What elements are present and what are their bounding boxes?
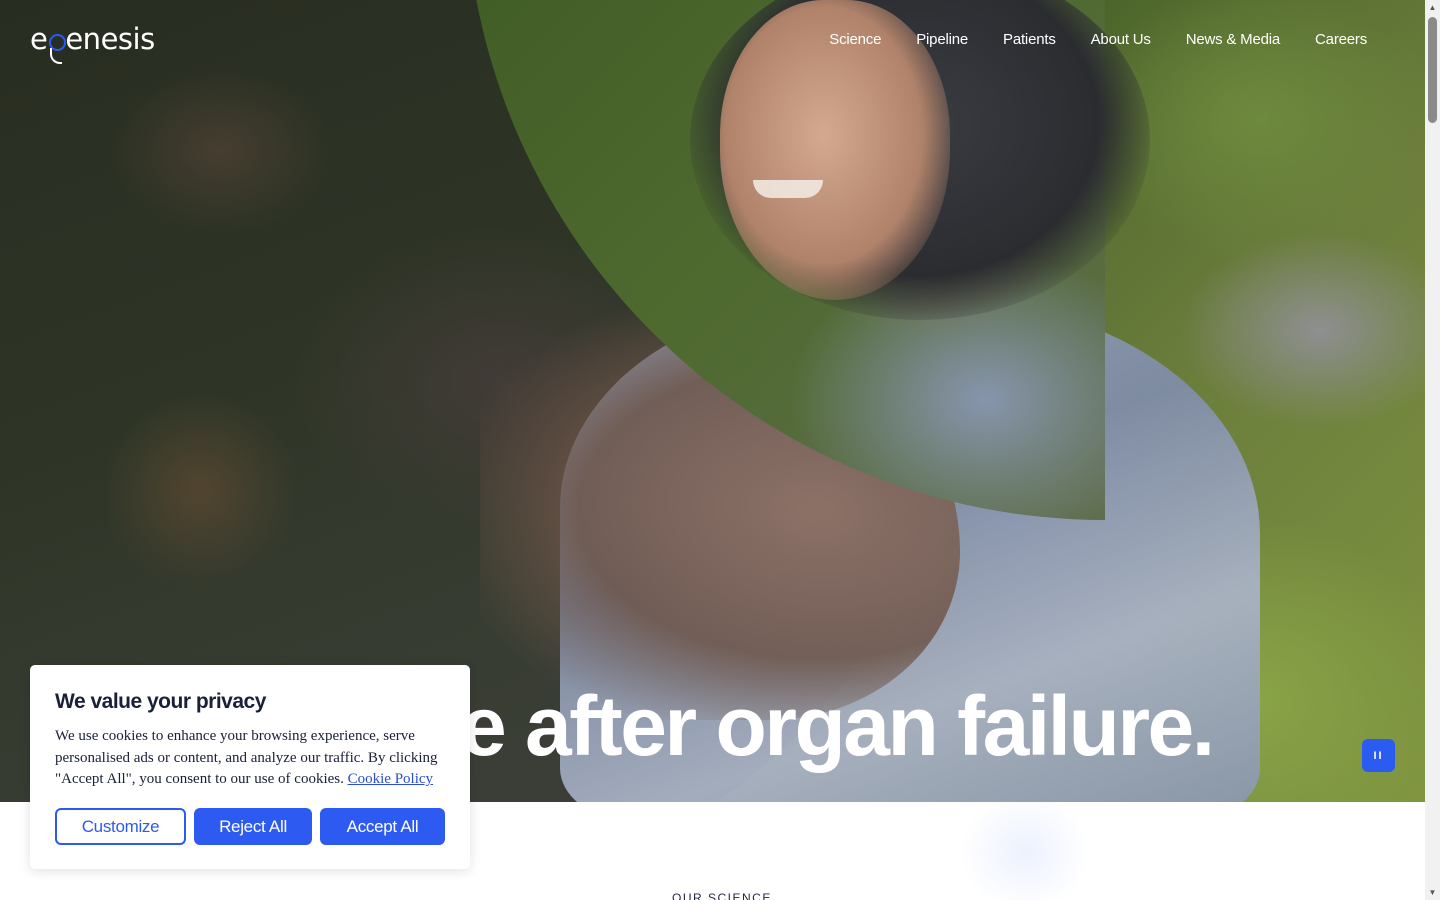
main-nav: Science Pipeline Patients About Us News …: [829, 31, 1367, 48]
logo-text-start: e: [30, 22, 48, 56]
cookie-banner-title: We value your privacy: [55, 690, 266, 713]
pause-button[interactable]: II: [1362, 739, 1395, 772]
page-scrollbar[interactable]: ▲ ▼: [1425, 0, 1440, 900]
section-eyebrow-label: OUR SCIENCE: [672, 891, 772, 900]
customize-button[interactable]: Customize: [55, 808, 186, 845]
cookie-consent-banner: We value your privacy We use cookies to …: [30, 665, 470, 869]
nav-item-pipeline[interactable]: Pipeline: [916, 31, 968, 48]
pause-icon: II: [1373, 749, 1384, 762]
scroll-down-arrow-icon[interactable]: ▼: [1425, 885, 1440, 900]
cookie-policy-link[interactable]: Cookie Policy: [348, 771, 433, 787]
scroll-up-arrow-icon[interactable]: ▲: [1425, 0, 1440, 15]
logo-mark-icon: [48, 22, 67, 64]
cookie-banner-actions: Customize Reject All Accept All: [55, 808, 445, 845]
scrollbar-thumb[interactable]: [1428, 17, 1437, 123]
logo-text-end: enesis: [65, 22, 155, 56]
nav-item-about-us[interactable]: About Us: [1091, 31, 1151, 48]
nav-item-science[interactable]: Science: [829, 31, 881, 48]
nav-item-news-media[interactable]: News & Media: [1186, 31, 1281, 48]
nav-item-careers[interactable]: Careers: [1315, 31, 1367, 48]
hero-headline: e after organ failure.: [460, 679, 1215, 773]
decorative-glow: [960, 802, 1090, 900]
cookie-banner-text: We use cookies to enhance your browsing …: [55, 726, 445, 791]
accept-all-button[interactable]: Accept All: [320, 808, 445, 845]
reject-all-button[interactable]: Reject All: [194, 808, 312, 845]
nav-item-patients[interactable]: Patients: [1003, 31, 1056, 48]
logo[interactable]: e enesis: [30, 22, 155, 66]
